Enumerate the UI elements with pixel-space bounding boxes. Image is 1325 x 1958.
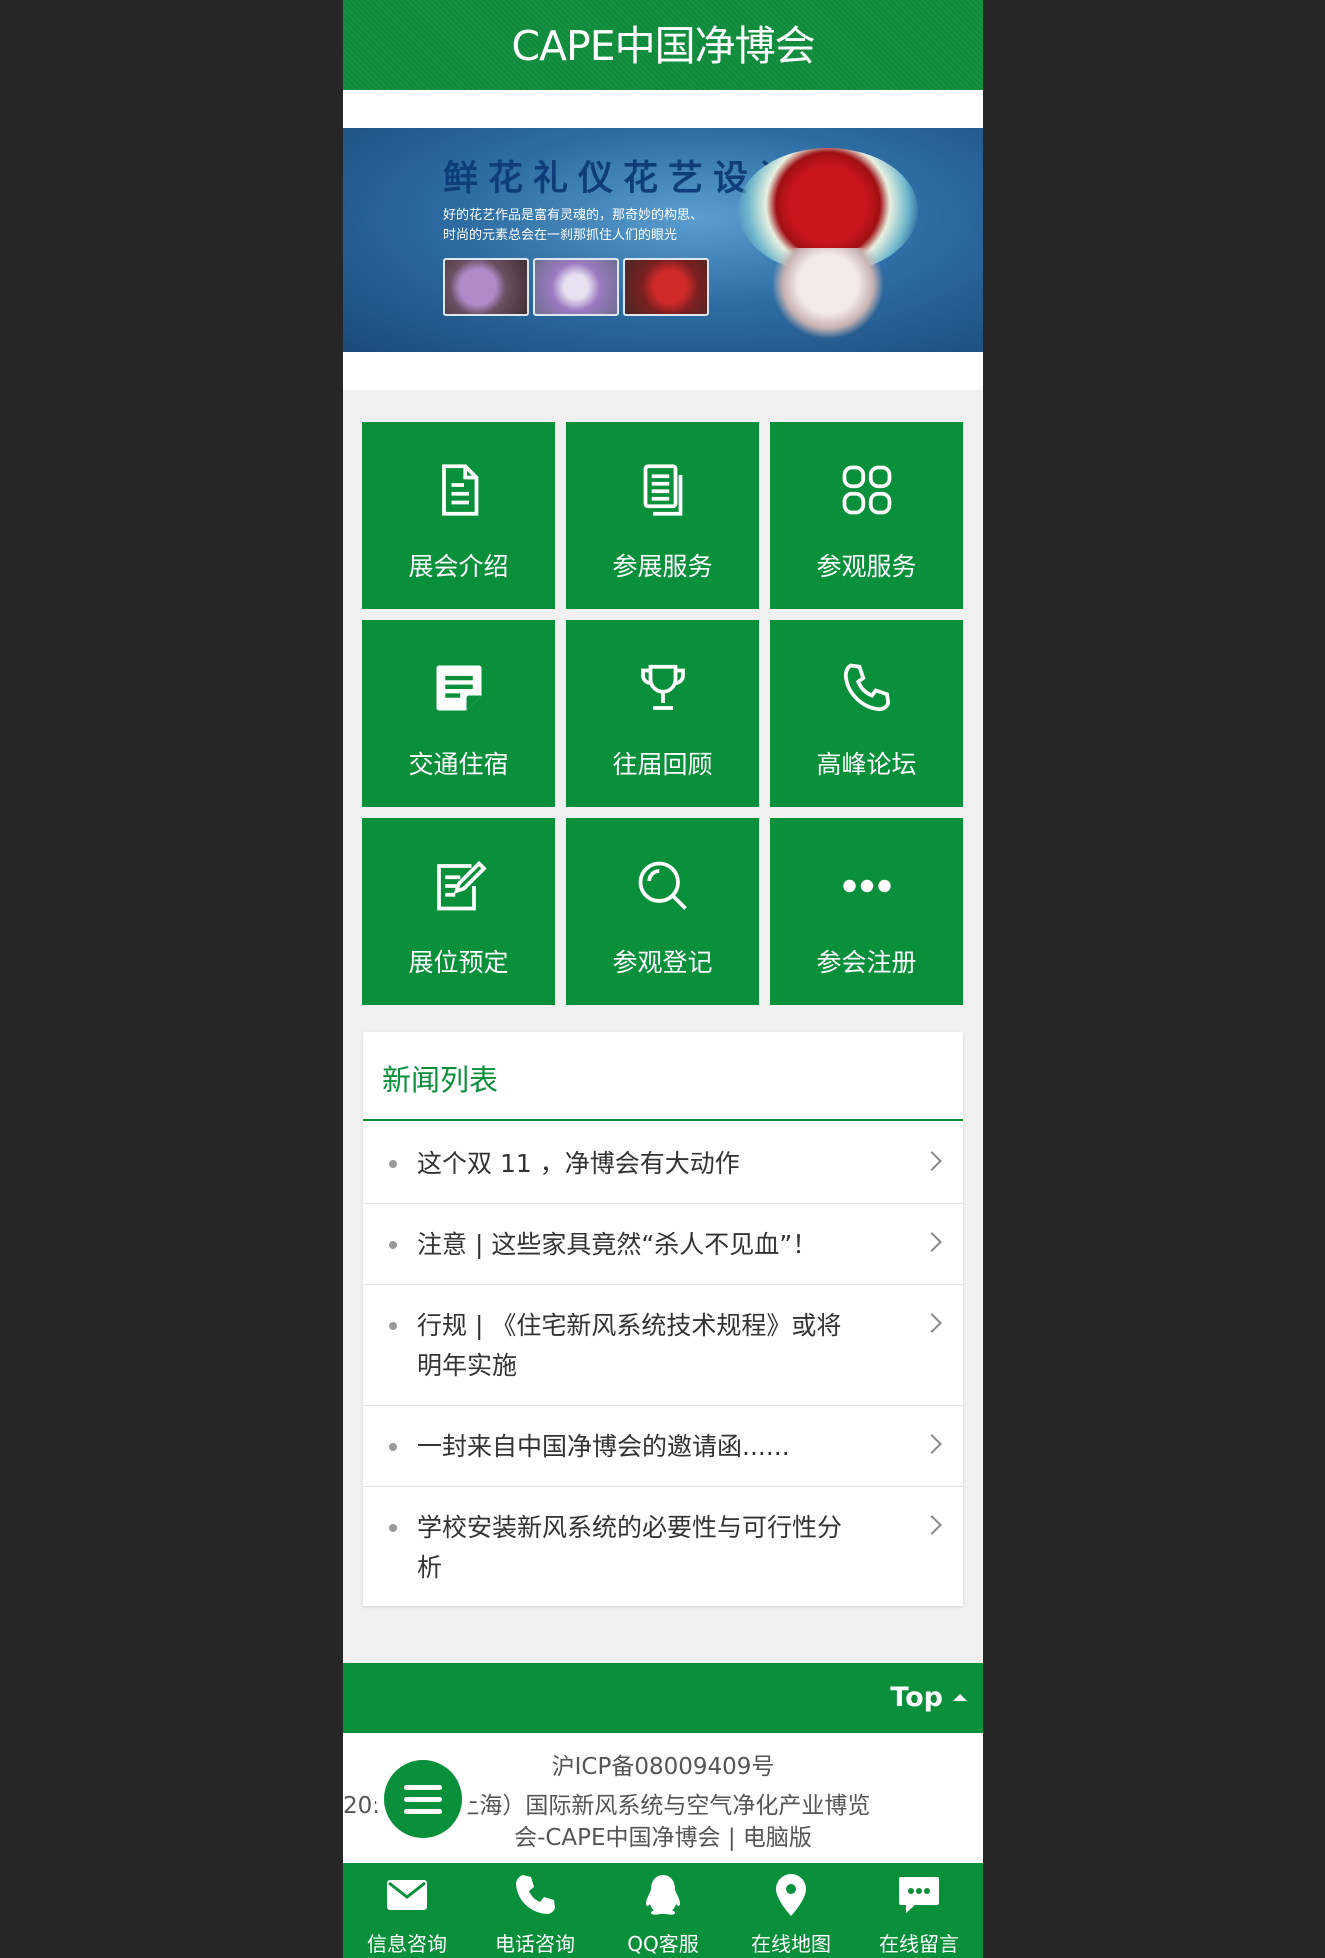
news-item-title-cont: 析 [417,1553,443,1582]
hamburger-icon [384,1760,462,1838]
tile-label: 展会介绍 [408,552,509,581]
news-item[interactable]: 这个双 11 ，净博会有大动作 [363,1123,963,1204]
banner-slide[interactable]: 鲜花礼仪花艺设计 好的花艺作品是富有灵魂的，那奇妙的构思、 时尚的元素总会在一刹… [343,128,983,352]
nav-label: 在线地图 [751,1932,831,1956]
nav-qq-service[interactable]: QQ客服 [599,1863,727,1958]
note-icon [362,658,555,722]
bouquet-wrap-image [773,248,883,338]
back-to-top-bar: Top [343,1663,983,1733]
chevron-right-icon [922,1232,942,1252]
news-item-title-cont: 明年实施 [417,1351,518,1380]
apps-icon [770,460,963,524]
banner-thumbnail [443,258,529,316]
tile-label: 交通住宿 [408,750,509,779]
news-item[interactable]: 注意 | 这些家具竟然“杀人不见血”！ [363,1204,963,1285]
news-item-title: 一封来自中国净博会的邀请函...... [417,1432,790,1461]
tile-label: 参会注册 [816,948,917,977]
news-item-title: 注意 | 这些家具竟然“杀人不见血”！ [417,1230,818,1259]
more-icon [770,856,963,920]
chevron-right-icon [922,1151,942,1171]
news-item[interactable]: 学校安装新风系统的必要性与可行性分 析 [363,1487,963,1606]
mobile-page: CAPE中国净博会 鲜花礼仪花艺设计 好的花艺作品是富有灵魂的，那奇妙的构思、 … [343,0,983,1958]
arrow-up-icon [953,1694,967,1701]
banner-carousel[interactable]: 鲜花礼仪花艺设计 好的花艺作品是富有灵魂的，那奇妙的构思、 时尚的元素总会在一刹… [343,90,983,460]
trophy-icon [566,658,759,722]
phone-icon [770,658,963,722]
search-icon [566,856,759,920]
news-item[interactable]: 一封来自中国净博会的邀请函...... [363,1406,963,1487]
file-stack-icon [566,460,759,524]
news-panel: 新闻列表 这个双 11 ，净博会有大动作 注意 | 这些家具竟然“杀人不见血”！… [363,1032,963,1606]
site-header: CAPE中国净博会 [343,0,983,90]
chevron-right-icon [922,1313,942,1333]
tile-exhibitor-service[interactable]: 参展服务 [566,422,759,609]
document-icon [362,460,555,524]
tile-label: 高峰论坛 [816,750,917,779]
bullet [389,1241,397,1249]
news-item-title: 这个双 11 ，净博会有大动作 [417,1149,740,1178]
news-header: 新闻列表 [363,1032,963,1121]
banner-thumbnail [623,258,709,316]
nav-label: 信息咨询 [367,1932,447,1956]
tile-booth-booking[interactable]: 展位预定 [362,818,555,1005]
menu-button[interactable] [376,1752,470,1846]
news-item-title: 学校安装新风系统的必要性与可行性分 [417,1513,843,1542]
nav-info-consult[interactable]: 信息咨询 [343,1863,471,1958]
tile-transport-lodging[interactable]: 交通住宿 [362,620,555,807]
chevron-right-icon [922,1434,942,1454]
edit-icon [362,856,555,920]
tile-past-review[interactable]: 往届回顾 [566,620,759,807]
bullet [389,1322,397,1330]
tile-label: 展位预定 [408,948,509,977]
nav-online-map[interactable]: 在线地图 [727,1863,855,1958]
news-item[interactable]: 行规 | 《住宅新风系统技术规程》或将 明年实施 [363,1285,963,1406]
nav-label: 电话咨询 [495,1932,575,1956]
message-icon [855,1871,983,1923]
back-to-top-button[interactable]: Top [890,1682,943,1713]
news-title: 新闻列表 [382,1063,499,1097]
bullet [389,1160,397,1168]
tile-label: 往届回顾 [612,750,713,779]
nav-online-message[interactable]: 在线留言 [855,1863,983,1958]
chevron-right-icon [922,1515,942,1535]
banner-subtitle: 好的花艺作品是富有灵魂的，那奇妙的构思、 [443,208,704,223]
news-item-title: 行规 | 《住宅新风系统技术规程》或将 [417,1311,842,1340]
nav-label: 在线留言 [879,1932,959,1956]
tile-label: 参观服务 [816,552,917,581]
banner-thumbnail [533,258,619,316]
tile-label: 参展服务 [612,552,713,581]
nav-label: QQ客服 [627,1932,699,1956]
tile-label: 参观登记 [612,948,713,977]
tile-exhibition-intro[interactable]: 展会介绍 [362,422,555,609]
bullet [389,1443,397,1451]
bullet [389,1524,397,1532]
map-pin-icon [727,1871,855,1923]
mail-icon [343,1871,471,1923]
banner-subtitle: 时尚的元素总会在一刹那抓住人们的眼光 [443,228,678,243]
site-title: CAPE中国净博会 [511,22,815,70]
tile-summit-forum[interactable]: 高峰论坛 [770,620,963,807]
tile-visitor-registration[interactable]: 参观登记 [566,818,759,1005]
tile-conference-signup[interactable]: 参会注册 [770,818,963,1005]
qq-icon [599,1871,727,1923]
tile-visitor-service[interactable]: 参观服务 [770,422,963,609]
nav-phone-consult[interactable]: 电话咨询 [471,1863,599,1958]
bottom-nav: 信息咨询 电话咨询 QQ客服 在线地图 在线留言 [343,1863,983,1958]
phone-icon [471,1871,599,1923]
